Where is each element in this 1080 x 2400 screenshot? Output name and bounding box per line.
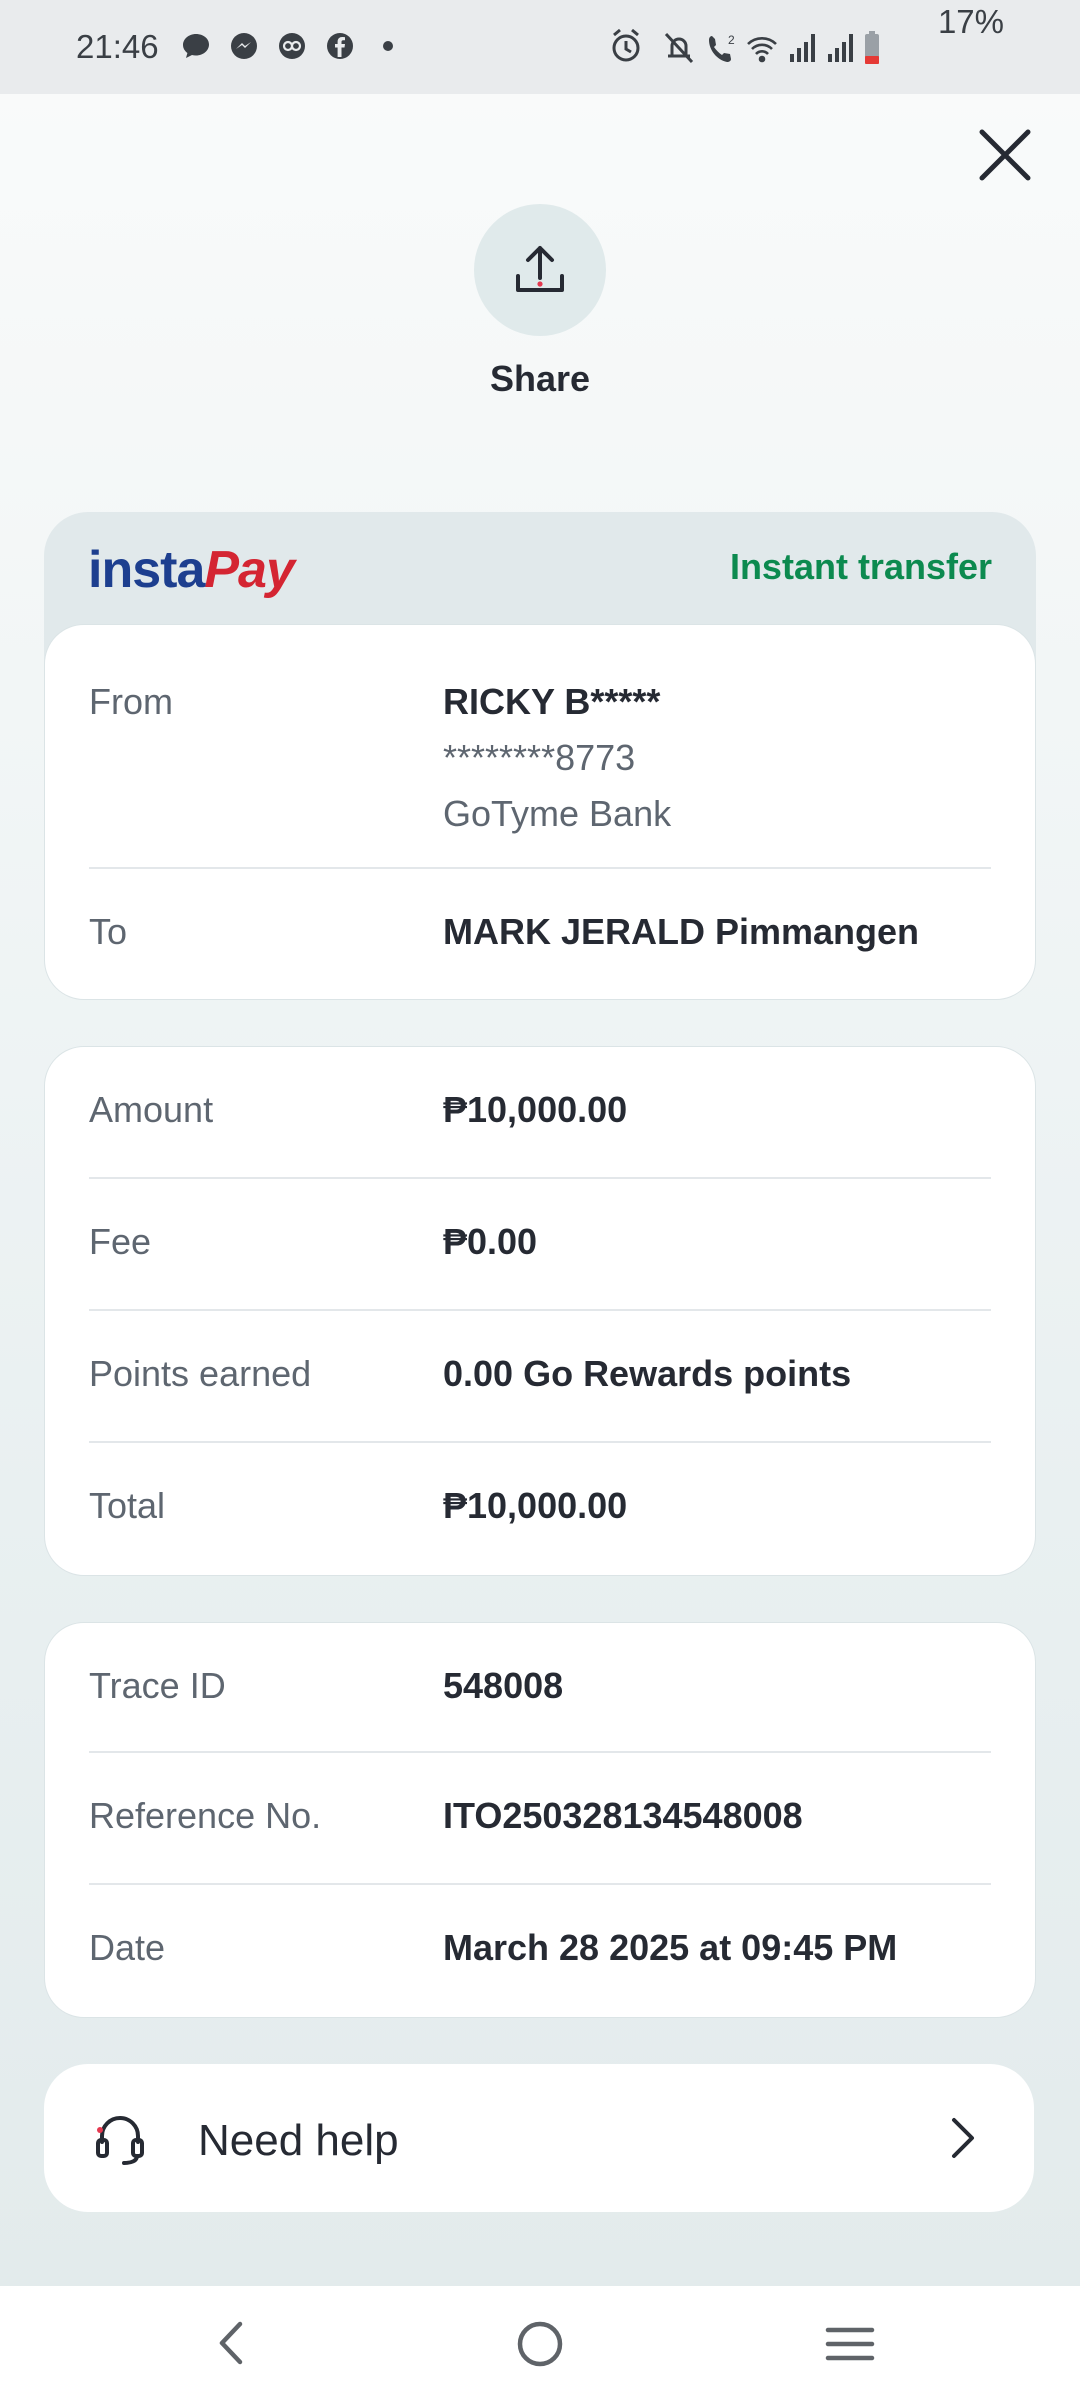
wifi-calling-icon: 2 — [709, 33, 735, 62]
reference-value: ITO250328134548008 — [443, 1795, 803, 1836]
from-name: RICKY B***** — [443, 681, 661, 722]
from-label: From — [89, 681, 173, 722]
battery-icon — [865, 31, 879, 64]
status-time: 21:46 — [76, 28, 159, 65]
chevron-right-icon — [952, 2118, 974, 2158]
need-help-label: Need help — [198, 2116, 399, 2165]
to-name: MARK JERALD Pimmangen — [443, 911, 920, 952]
instapay-card: instaPay Instant transfer From RICKY B**… — [44, 512, 1036, 1000]
share-button[interactable] — [474, 204, 606, 336]
from-row: From RICKY B***** ********8773 GoTyme Ba… — [89, 625, 991, 869]
headset-icon — [96, 2116, 144, 2165]
system-status-icons: 2 — [612, 28, 879, 64]
recents-icon[interactable] — [822, 2316, 878, 2372]
details-card: Trace ID 548008 Reference No. ITO2503281… — [44, 1622, 1036, 2018]
mute-icon — [664, 32, 694, 64]
points-row: Points earned 0.00 Go Rewards points — [89, 1311, 991, 1443]
to-row: To MARK JERALD Pimmangen — [89, 869, 991, 999]
amount-label: Amount — [89, 1089, 214, 1130]
navigation-bar — [0, 2286, 1080, 2400]
alarm-icon — [612, 28, 640, 62]
to-label: To — [89, 911, 128, 952]
trace-value: 548008 — [443, 1665, 564, 1706]
from-account: ********8773 — [443, 737, 636, 778]
points-value: 0.00 Go Rewards points — [443, 1353, 852, 1394]
reference-label: Reference No. — [89, 1795, 322, 1836]
party-card: From RICKY B***** ********8773 GoTyme Ba… — [44, 624, 1036, 1000]
fee-row: Fee ₱0.00 — [89, 1179, 991, 1311]
gotyme-icon — [279, 33, 305, 59]
close-icon[interactable] — [970, 120, 1040, 190]
total-value: ₱10,000.00 — [443, 1485, 628, 1526]
need-help-button[interactable]: Need help — [44, 2064, 1034, 2212]
date-value: March 28 2025 at 09:45 PM — [443, 1927, 898, 1968]
facebook-icon — [327, 33, 353, 59]
fee-label: Fee — [89, 1221, 152, 1262]
points-label: Points earned — [89, 1353, 312, 1394]
total-row: Total ₱10,000.00 — [89, 1443, 991, 1573]
back-icon[interactable] — [204, 2316, 258, 2370]
amount-value: ₱10,000.00 — [443, 1089, 628, 1130]
fee-value: ₱0.00 — [443, 1221, 538, 1262]
dot-icon — [383, 41, 393, 51]
status-bar: 21:46 2 17% — [0, 0, 1080, 94]
notification-icons — [180, 30, 404, 62]
date-row: Date March 28 2025 at 09:45 PM — [89, 1885, 991, 2015]
total-label: Total — [89, 1485, 166, 1526]
svg-text:2: 2 — [728, 33, 735, 47]
signal-icon — [790, 34, 815, 62]
home-icon[interactable] — [512, 2316, 568, 2372]
instapay-logo: instaPay — [88, 541, 295, 599]
trace-label: Trace ID — [89, 1665, 226, 1706]
battery-percent: 17% — [937, 3, 1004, 40]
from-bank: GoTyme Bank — [443, 793, 672, 834]
share-upload-icon — [516, 246, 564, 292]
trace-row: Trace ID 548008 — [89, 1623, 991, 1753]
date-label: Date — [89, 1927, 166, 1968]
transfer-type: Instant transfer — [729, 546, 992, 587]
amounts-card: Amount ₱10,000.00 Fee ₱0.00 Points earne… — [44, 1046, 1036, 1576]
messages-icon — [183, 34, 209, 58]
messenger-icon — [231, 33, 257, 59]
reference-row: Reference No. ITO250328134548008 — [89, 1753, 991, 1885]
amount-row: Amount ₱10,000.00 — [89, 1047, 991, 1179]
wifi-icon — [747, 37, 777, 63]
share-label: Share — [489, 358, 591, 399]
signal-icon — [828, 34, 853, 62]
